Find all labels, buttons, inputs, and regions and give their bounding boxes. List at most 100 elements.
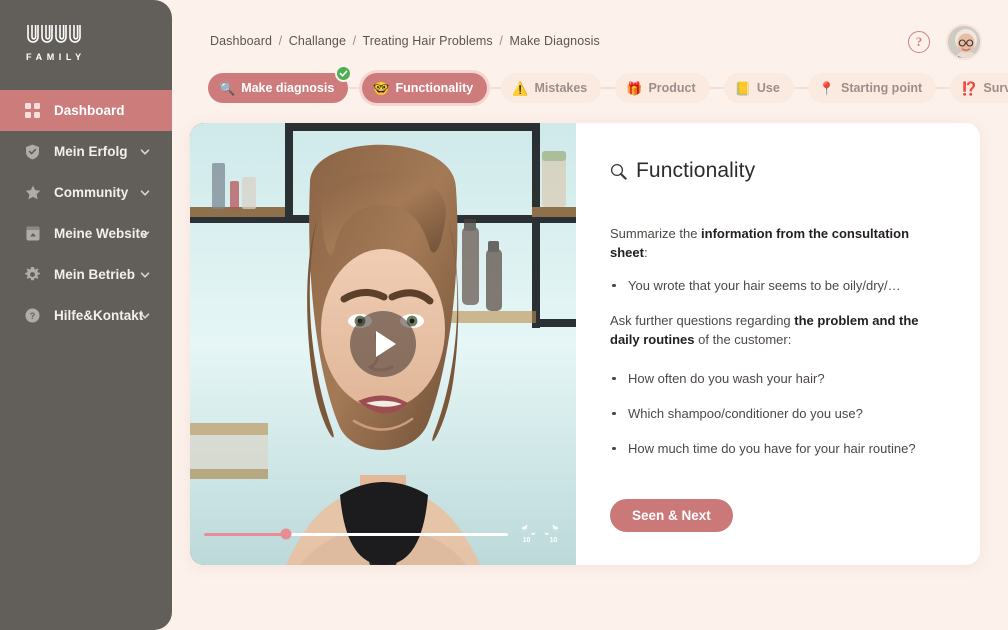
tab-label: Starting point <box>840 81 923 95</box>
sidebar-item-label: Dashboard <box>54 103 125 118</box>
sidebar-item-community[interactable]: Community <box>0 172 172 213</box>
tab-label: Functionality <box>395 81 474 95</box>
sidebar-item-label: Meine Website <box>54 226 148 241</box>
breadcrumb-separator: / <box>352 34 357 48</box>
list-item: You wrote that your hair seems to be oil… <box>610 277 940 295</box>
magnifier-icon: 🔍 <box>219 80 236 96</box>
rewind-seconds-label: 10 <box>522 537 531 544</box>
tab-survey[interactable]: ⁉️ Survey <box>950 73 1008 103</box>
video-player[interactable]: 10 10 <box>190 123 576 565</box>
sidebar-item-label: Mein Erfolg <box>54 144 128 159</box>
lesson-content: Functionality Summarize the information … <box>576 123 980 565</box>
nerd-face-icon: 🤓 <box>373 80 390 96</box>
intro-suffix: : <box>643 244 648 260</box>
sidebar-item-dashboard[interactable]: Dashboard <box>0 90 172 131</box>
intro-prefix: Summarize the <box>610 226 702 241</box>
question-circle-icon: ? <box>24 307 41 324</box>
tab-label: Survey <box>983 81 1008 95</box>
chevron-down-icon <box>140 312 150 319</box>
breadcrumb-separator: / <box>278 34 283 48</box>
page-title-text: Functionality <box>636 159 756 182</box>
chevron-down-icon <box>140 271 150 278</box>
breadcrumb-separator: / <box>499 34 503 48</box>
tab-connector <box>348 87 363 89</box>
tab-use[interactable]: 📒 Use <box>723 73 794 103</box>
check-icon <box>339 70 348 77</box>
sidebar-item-hilfe-kontakt[interactable]: ? Hilfe&Kontakt <box>0 295 172 336</box>
tab-mistakes[interactable]: ⚠️ Mistakes <box>501 73 602 103</box>
shield-check-icon <box>24 143 41 160</box>
ask-line: Ask further questions regarding the prob… <box>610 312 940 350</box>
topbar-actions: ? <box>908 24 982 60</box>
wow-logo-icon <box>27 25 81 43</box>
breadcrumb-item-2[interactable]: Challange <box>289 34 346 48</box>
tab-label: Mistakes <box>534 81 588 95</box>
help-icon[interactable]: ? <box>908 31 930 53</box>
list-item: How much time do you have for your hair … <box>610 440 940 458</box>
gear-icon <box>24 266 41 283</box>
video-progress-handle[interactable] <box>280 528 292 540</box>
tab-functionality[interactable]: 🤓 Functionality <box>362 73 488 103</box>
tab-starting-point[interactable]: 📍 Starting point <box>807 73 937 103</box>
video-progress-bar[interactable] <box>204 528 508 540</box>
avatar[interactable] <box>946 24 982 60</box>
notebook-icon: 📒 <box>734 80 751 96</box>
tab-connector <box>487 87 502 89</box>
sidebar-item-mein-erfolg[interactable]: Mein Erfolg <box>0 131 172 172</box>
svg-text:?: ? <box>30 311 36 321</box>
pin-icon: 📍 <box>818 80 835 96</box>
video-progress-fill <box>204 532 287 536</box>
tab-connector <box>601 87 616 89</box>
video-controls: 10 10 <box>190 521 576 544</box>
warning-icon: ⚠️ <box>512 80 529 96</box>
sidebar-item-label: Community <box>54 185 129 200</box>
forward-seconds-label: 10 <box>549 537 558 544</box>
sidebar-item-label: Mein Betrieb <box>54 267 136 282</box>
sidebar-item-mein-betrieb[interactable]: Mein Betrieb <box>0 254 172 295</box>
interrobang-icon: ⁉️ <box>961 80 978 96</box>
lesson-body: Summarize the information from the consu… <box>610 225 940 533</box>
sidebar-item-meine-website[interactable]: Meine Website <box>0 213 172 254</box>
chevron-down-icon <box>140 148 150 155</box>
brand-logo[interactable]: FAMILY <box>0 0 172 62</box>
gift-icon: 🎁 <box>626 80 643 96</box>
tab-make-diagnosis[interactable]: 🔍 Make diagnosis <box>208 65 353 103</box>
play-triangle-icon <box>375 331 396 357</box>
ask-prefix: Ask further questions regarding <box>610 312 795 328</box>
breadcrumb-item-4[interactable]: Make Diagnosis <box>510 34 600 48</box>
list-item: Which shampoo/conditioner do you use? <box>610 405 940 423</box>
forward-10-icon[interactable]: 10 <box>541 521 562 544</box>
tab-connector <box>709 87 724 89</box>
chevron-down-icon <box>140 189 150 196</box>
seen-and-next-button[interactable]: Seen & Next <box>610 499 733 533</box>
play-button[interactable] <box>350 311 416 377</box>
lesson-card: 10 10 Functionality Summarize the inform… <box>190 123 980 565</box>
chevron-down-icon <box>140 230 150 237</box>
avatar-image <box>948 26 980 58</box>
breadcrumb-item-3[interactable]: Treating Hair Problems <box>363 34 493 48</box>
status-badge <box>335 65 353 82</box>
tab-connector <box>936 87 951 89</box>
star-icon <box>24 184 41 201</box>
app-root: FAMILY Dashboard Mein Erfolg Community M… <box>0 0 1008 630</box>
summary-bullets: You wrote that your hair seems to be oil… <box>610 277 940 295</box>
brand-subtitle: FAMILY <box>26 52 86 62</box>
page-title: Functionality <box>610 159 940 183</box>
rewind-10-icon[interactable]: 10 <box>518 521 539 544</box>
intro-line: Summarize the information from the consu… <box>610 225 940 263</box>
sidebar-item-label: Hilfe&Kontakt <box>54 308 144 323</box>
ask-suffix: of the customer: <box>694 331 792 347</box>
grid-icon <box>24 102 41 119</box>
sidebar: FAMILY Dashboard Mein Erfolg Community M… <box>0 0 172 630</box>
breadcrumb: Dashboard / Challange / Treating Hair Pr… <box>210 34 600 48</box>
tab-label: Use <box>756 81 780 95</box>
browser-icon <box>24 225 41 242</box>
tab-product[interactable]: 🎁 Product <box>615 73 710 103</box>
tab-label: Product <box>648 81 696 95</box>
tab-connector <box>793 87 808 89</box>
step-tabs: 🔍 Make diagnosis 🤓 Functionality ⚠️ Mist… <box>208 65 1008 104</box>
breadcrumb-item-1[interactable]: Dashboard <box>210 34 272 48</box>
question-bullets: How often do you wash your hair? Which s… <box>610 370 940 459</box>
tab-label: Make diagnosis <box>241 81 335 95</box>
sidebar-nav: Dashboard Mein Erfolg Community Meine We… <box>0 90 172 336</box>
